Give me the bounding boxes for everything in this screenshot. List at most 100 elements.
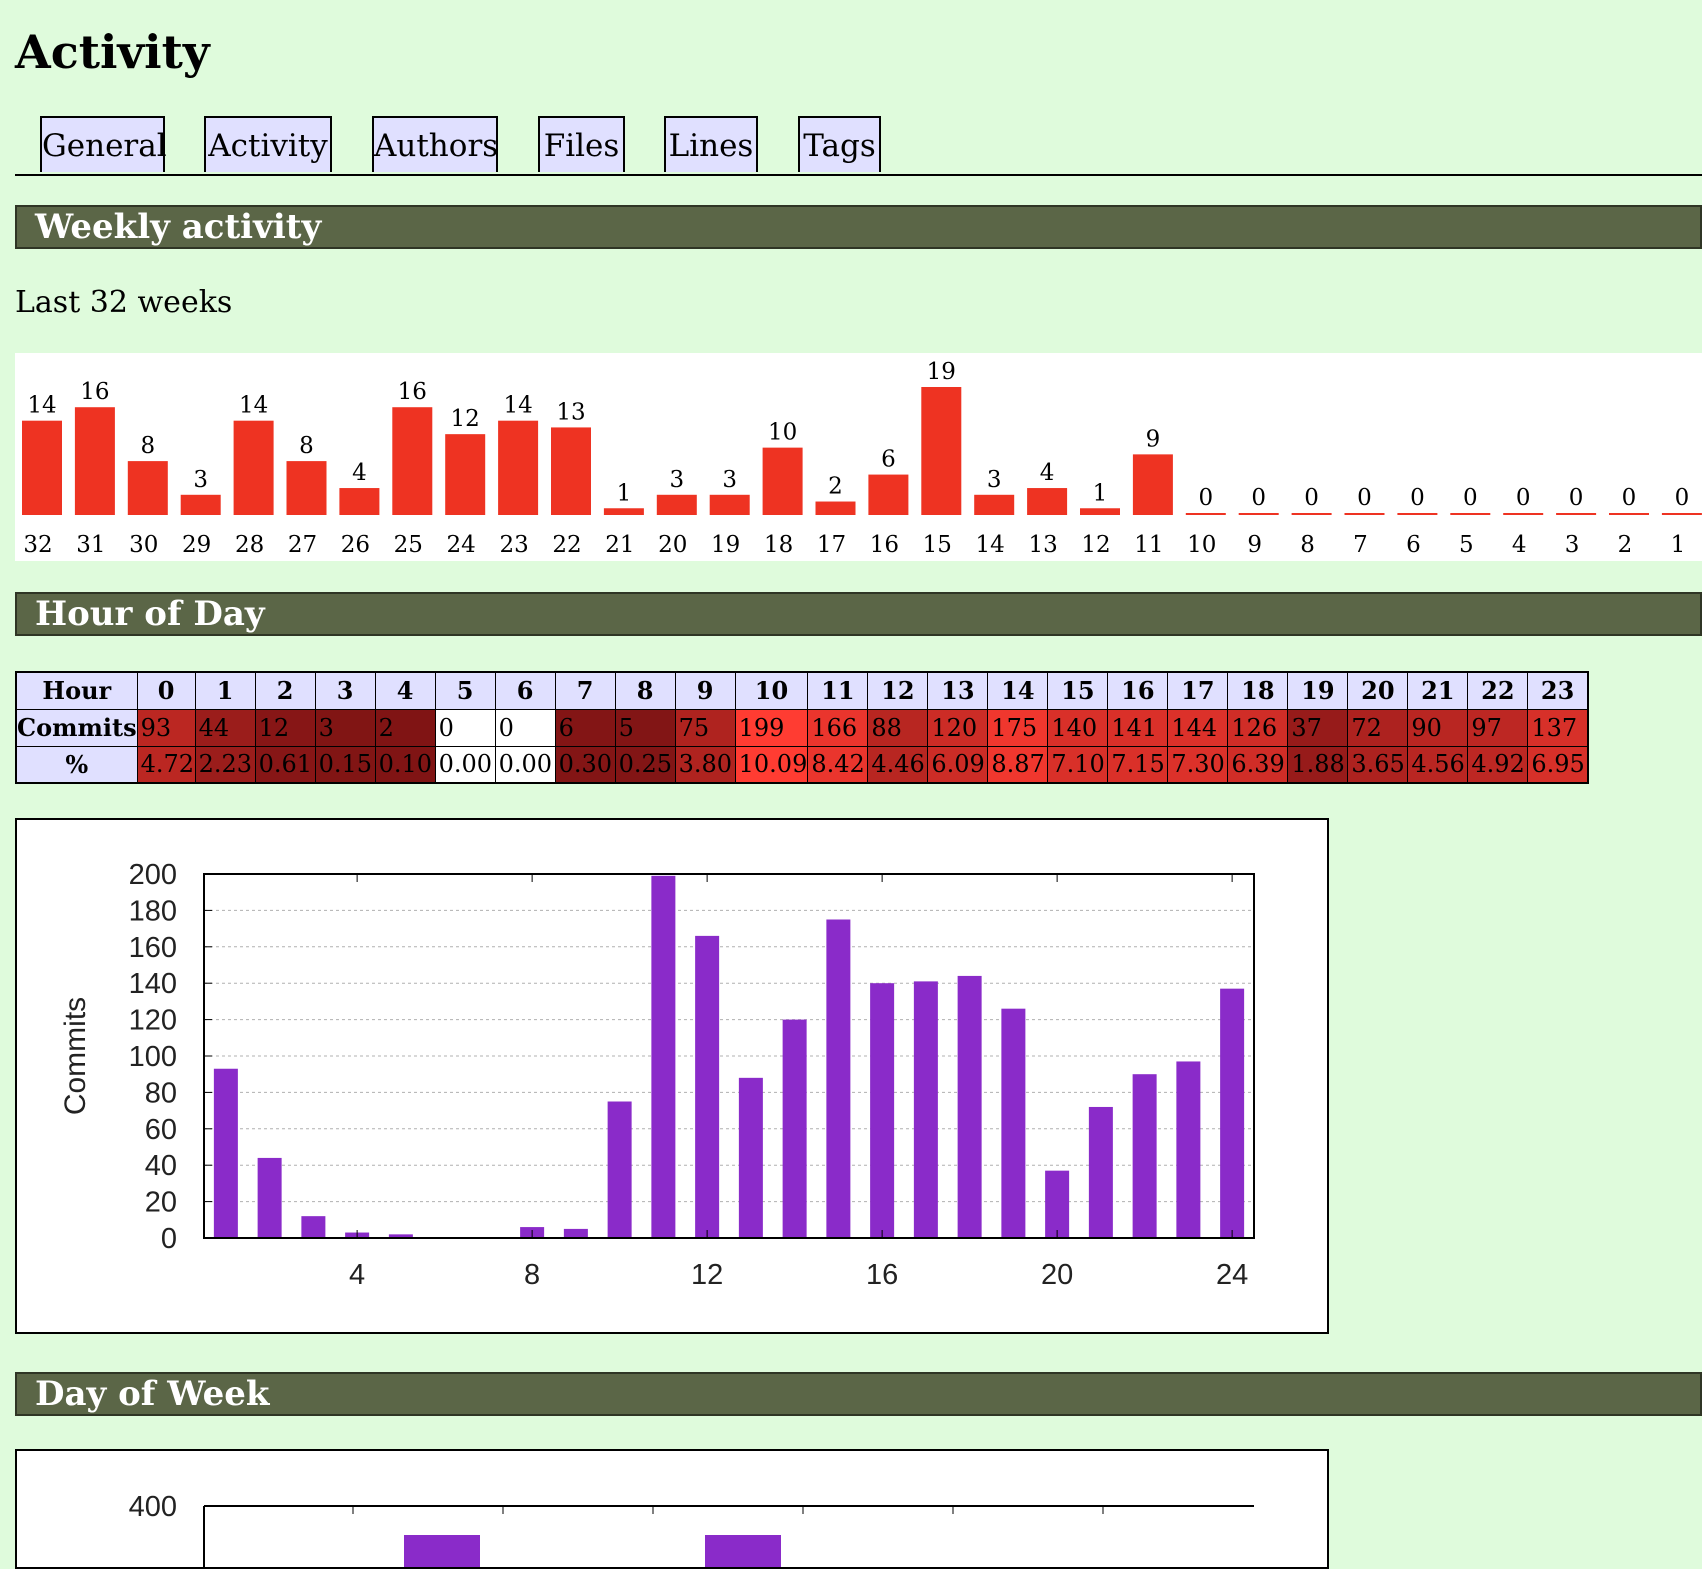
hour-header: 10: [734, 671, 809, 710]
weekly-week-label: 14: [976, 532, 1005, 558]
weekly-week-label: 17: [817, 532, 846, 558]
day-of-week-heading: Day of Week: [15, 1372, 1702, 1416]
weekly-week-label: 20: [658, 532, 687, 558]
percent-cell: 3.80: [674, 745, 736, 784]
x-tick-label: 12: [691, 1259, 723, 1291]
hour-header: 18: [1227, 671, 1289, 710]
commits-cell: 6: [554, 708, 616, 747]
weekly-week-label: 21: [605, 532, 634, 558]
weekly-subtitle: Last 32 weeks: [15, 285, 233, 320]
weekly-bar: [1397, 513, 1438, 515]
day-bar: [404, 1535, 480, 1567]
commits-cell: 166: [807, 708, 869, 747]
day-bar: [705, 1535, 781, 1567]
hour-header: 4: [374, 671, 436, 710]
hour-bar: [870, 983, 895, 1238]
weekly-value-label: 14: [27, 393, 56, 419]
weekly-bar: [74, 407, 115, 515]
hour-header: 9: [674, 671, 736, 710]
hour-bar: [1045, 1170, 1070, 1238]
percent-cell: 6.95: [1527, 745, 1589, 784]
hour-header: 7: [554, 671, 616, 710]
weekly-bar: [180, 494, 221, 515]
percent-cell: 4.92: [1467, 745, 1529, 784]
weekly-bar: [921, 387, 962, 515]
weekly-activity-heading: Weekly activity: [15, 205, 1702, 249]
tab-lines[interactable]: Lines: [664, 116, 758, 172]
weekly-week-label: 15: [923, 532, 952, 558]
percent-cell: 4.56: [1407, 745, 1469, 784]
weekly-bar: [22, 420, 62, 515]
weekly-value-label: 2: [828, 474, 843, 500]
tab-authors[interactable]: Authors: [372, 116, 498, 172]
weekly-value-label: 16: [80, 379, 109, 405]
weekly-week-label: 30: [129, 532, 158, 558]
commits-cell: 0: [494, 708, 556, 747]
hour-bar: [738, 1077, 763, 1238]
x-tick-label: 24: [1216, 1259, 1248, 1291]
weekly-week-label: 16: [870, 532, 899, 558]
commits-cell: 5: [614, 708, 676, 747]
hour-bar: [1088, 1106, 1113, 1238]
y-tick-label: 60: [145, 1114, 177, 1146]
tab-tags[interactable]: Tags: [798, 116, 881, 172]
y-tick-label: 400: [129, 1491, 177, 1523]
weekly-week-label: 4: [1512, 532, 1527, 558]
weekly-week-label: 3: [1565, 532, 1580, 558]
hour-header: 6: [494, 671, 556, 710]
percent-cell: 4.46: [867, 745, 929, 784]
hour-header: 12: [867, 671, 929, 710]
weekly-bar: [709, 494, 750, 515]
hour-of-day-table: Hour 0 1 2 3 4 5 6 7 8 9 10 11 12 13 14 15 16 17 18 19 20 21 2…: [15, 671, 1589, 784]
y-tick-label: 160: [129, 932, 177, 964]
hour-header: 16: [1107, 671, 1169, 710]
percent-cell: 6.39: [1227, 745, 1289, 784]
y-axis-label: Commits: [59, 997, 92, 1115]
x-tick-label: 20: [1041, 1259, 1073, 1291]
weekly-bar: [1609, 513, 1649, 515]
y-tick-label: 20: [145, 1187, 177, 1219]
hour-bar: [563, 1228, 588, 1238]
weekly-value-label: 4: [1040, 460, 1055, 486]
y-tick-label: 120: [129, 1005, 177, 1037]
percent-cell: 3.65: [1347, 745, 1409, 784]
percent-cell: 0.61: [254, 745, 316, 784]
weekly-value-label: 0: [1569, 485, 1584, 511]
hour-bar: [782, 1019, 807, 1238]
hour-header: 17: [1167, 671, 1229, 710]
tab-activity[interactable]: Activity: [204, 116, 332, 172]
commits-cell: 175: [987, 708, 1049, 747]
hour-bar: [826, 919, 851, 1238]
tab-general[interactable]: General: [40, 116, 167, 172]
commits-cell: 137: [1527, 708, 1589, 747]
commits-cell: 88: [867, 708, 929, 747]
commits-cell: 97: [1467, 708, 1529, 747]
hour-header: 11: [807, 671, 869, 710]
weekly-value-label: 0: [1516, 485, 1531, 511]
hour-header: 13: [927, 671, 989, 710]
weekly-week-label: 27: [288, 532, 317, 558]
percent-cell: 7.30: [1167, 745, 1229, 784]
percent-cell: 10.09: [734, 745, 809, 784]
weekly-value-label: 4: [352, 460, 367, 486]
weekly-week-label: 11: [1134, 532, 1163, 558]
percent-cell: 8.87: [987, 745, 1049, 784]
commits-cell: 126: [1227, 708, 1289, 747]
weekly-value-label: 3: [722, 467, 737, 493]
weekly-week-label: 19: [711, 532, 740, 558]
hour-header: 19: [1287, 671, 1349, 710]
y-tick-label: 180: [129, 895, 177, 927]
weekly-week-label: 6: [1406, 532, 1421, 558]
hour-bar: [695, 935, 720, 1238]
percent-cell: 0.25: [614, 745, 676, 784]
weekly-bar: [233, 420, 274, 515]
weekly-week-label: 12: [1081, 532, 1110, 558]
commits-cell: 3: [314, 708, 376, 747]
hour-bar: [301, 1216, 326, 1238]
weekly-bar: [498, 420, 539, 515]
weekly-activity-chart: 14 32 16 31 8 30 3 29 14 28 8 27 4 26 16 25 12 24 14 23 13 22…: [15, 353, 1702, 561]
weekly-value-label: 6: [881, 447, 896, 473]
percent-cell: 2.23: [194, 745, 256, 784]
tab-files[interactable]: Files: [538, 116, 625, 172]
weekly-bar: [551, 427, 591, 515]
